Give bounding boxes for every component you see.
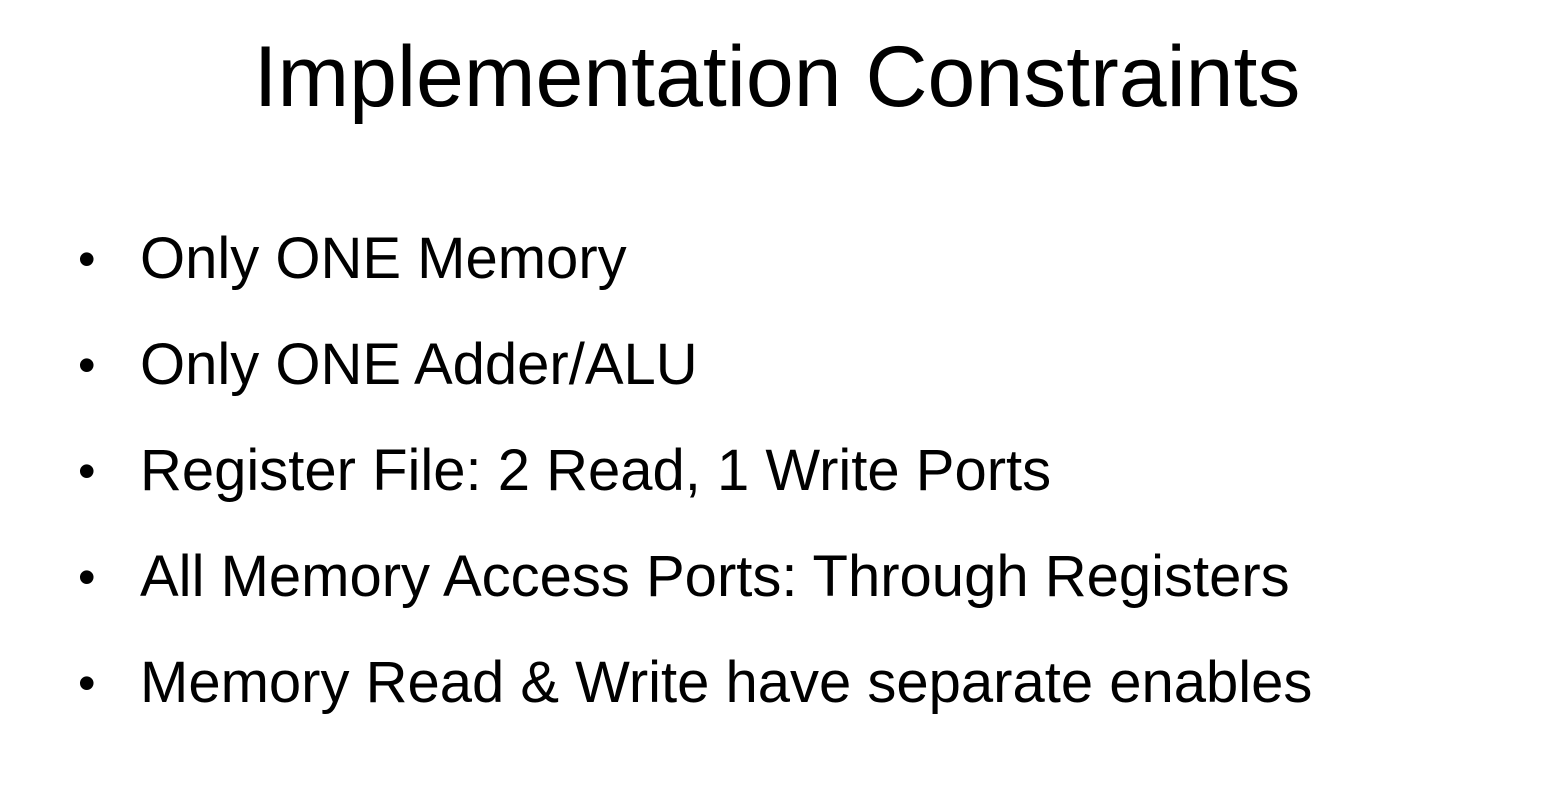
bullet-text: All Memory Access Ports: Through Registe… xyxy=(140,544,1290,609)
slide: Implementation Constraints • Only ONE Me… xyxy=(0,0,1554,805)
bullet-text: Only ONE Memory xyxy=(140,226,627,291)
bullet-item-2: • Only ONE Adder/ALU xyxy=(78,312,1538,418)
bullet-icon: • xyxy=(78,655,96,711)
bullet-icon: • xyxy=(78,549,96,605)
bullet-item-4: • All Memory Access Ports: Through Regis… xyxy=(78,524,1538,630)
bullet-text: Only ONE Adder/ALU xyxy=(140,332,698,397)
bullet-text: Memory Read & Write have separate enable… xyxy=(140,650,1313,715)
slide-title: Implementation Constraints xyxy=(253,29,1301,125)
bullet-icon: • xyxy=(78,337,96,393)
bullet-item-5: • Memory Read & Write have separate enab… xyxy=(78,630,1538,736)
bullet-list: • Only ONE Memory • Only ONE Adder/ALU •… xyxy=(78,206,1538,736)
bullet-icon: • xyxy=(78,231,96,287)
bullet-icon: • xyxy=(78,443,96,499)
bullet-item-1: • Only ONE Memory xyxy=(78,206,1538,312)
bullet-text: Register File: 2 Read, 1 Write Ports xyxy=(140,438,1052,503)
bullet-item-3: • Register File: 2 Read, 1 Write Ports xyxy=(78,418,1538,524)
